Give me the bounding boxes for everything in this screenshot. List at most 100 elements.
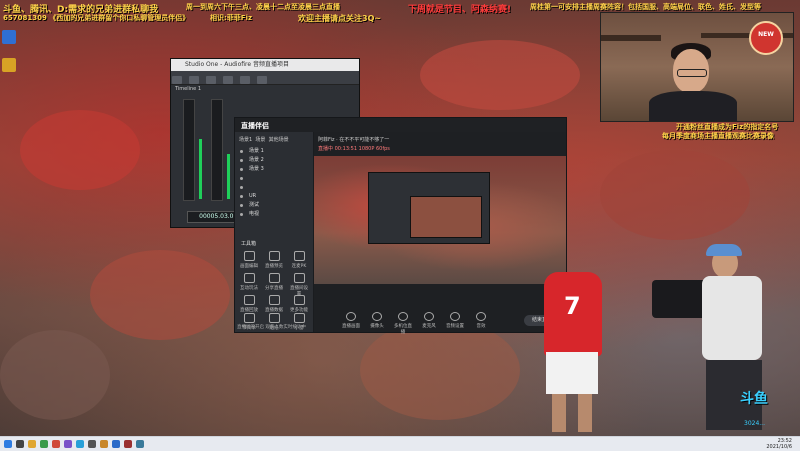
overlay-top-left-2: 657081309 《西加的兄弟进群留个你口私聊管理员伴侣》: [3, 14, 190, 22]
overlay-top-right-red: 下周就是节目、阿森纳赛!: [408, 5, 512, 15]
taskbar-app-icon[interactable]: [100, 440, 108, 448]
mixer-tool-button[interactable]: [223, 76, 234, 84]
taskbar-app-icon[interactable]: [112, 440, 120, 448]
taskbar-app-icon[interactable]: [52, 440, 60, 448]
preview-status: 直播中 00:13:51 1080P 60fps: [318, 146, 390, 152]
webcam-feed: NEW: [600, 12, 794, 122]
control-button[interactable]: 音效: [470, 312, 492, 329]
scene-item-label: 场景 2: [249, 157, 264, 163]
tool-button[interactable]: 更多功能: [288, 294, 310, 314]
overlay-top-center-2: 欢迎主播请点关注3Q~: [298, 14, 382, 23]
eye-icon[interactable]: [240, 186, 243, 189]
control-button[interactable]: 直播画面: [340, 312, 362, 329]
tool-icon: [243, 313, 255, 323]
tool-button[interactable]: 画面编辑: [238, 250, 260, 270]
scene-item[interactable]: 电视: [235, 210, 313, 219]
crowd-blob: [600, 150, 750, 240]
tool-button[interactable]: 互动玩法: [238, 272, 260, 292]
tool-icon: [243, 295, 255, 305]
wall-badge-text: NEW: [758, 31, 774, 38]
fader-track[interactable]: [211, 99, 223, 201]
taskbar-app-icon[interactable]: [64, 440, 72, 448]
tool-icon: [243, 251, 255, 261]
scene-item[interactable]: [235, 174, 313, 183]
mixer-tool-button[interactable]: [172, 76, 182, 84]
taskbar-app-icon[interactable]: [124, 440, 132, 448]
eye-icon[interactable]: [240, 150, 243, 153]
tool-icon: [293, 251, 305, 261]
scene-tab[interactable]: 场景: [255, 137, 265, 143]
taskbar-app-icon[interactable]: [40, 440, 48, 448]
mixer-toolbar: [171, 71, 359, 85]
eye-icon[interactable]: [240, 204, 243, 207]
wall-badge: [749, 21, 783, 55]
app-header: 直播伴侣: [235, 118, 566, 132]
scene-item[interactable]: UR: [235, 192, 313, 201]
start-icon[interactable]: [4, 440, 12, 448]
preview-title: 阿菲Fiz · 在不不平可能不够了一: [318, 137, 390, 143]
tool-label: 互动玩法: [240, 286, 258, 291]
scene-item[interactable]: 测试: [235, 201, 313, 210]
taskbar-app-icon[interactable]: [88, 440, 96, 448]
control-button[interactable]: 多机位直播: [392, 312, 414, 335]
fader-track[interactable]: [183, 99, 195, 201]
leg: [552, 394, 566, 432]
taskbar-app-icon[interactable]: [28, 440, 36, 448]
eye-icon[interactable]: [240, 195, 243, 198]
mixer-tool-button[interactable]: [189, 76, 200, 84]
scene-item[interactable]: [235, 183, 313, 192]
desktop-app-icon[interactable]: [2, 58, 16, 72]
tool-button[interactable]: 直播数据: [263, 294, 285, 314]
tool-button[interactable]: 直播间设置: [288, 272, 310, 297]
scene-item[interactable]: 场景 1: [235, 147, 313, 156]
streamer-body: [649, 91, 737, 121]
taskbar-clock[interactable]: 23:52 2021/10/6: [766, 438, 792, 450]
mic-icon: [424, 312, 434, 321]
taskbar: 23:52 2021/10/6: [0, 436, 800, 451]
tool-button[interactable]: 连麦PK: [288, 250, 310, 270]
desktop-icon-column: [2, 30, 20, 86]
mixer-track-label: Timeline 1: [175, 86, 202, 92]
app-main: 阿菲Fiz · 在不不平可能不够了一 直播中 00:13:51 1080P 60…: [314, 132, 566, 335]
tool-button[interactable]: 分享直播: [263, 272, 285, 292]
control-label: 直播画面: [342, 324, 360, 329]
streaming-app-window[interactable]: 直播伴侣 场景1 场景 其他场景 场景 1 场景 2 场景 3 UR 测试 电视…: [234, 117, 567, 335]
tool-label: 画面编辑: [240, 264, 258, 269]
control-label: 多机位直播: [394, 324, 412, 335]
eye-icon[interactable]: [240, 213, 243, 216]
tools-title: 工具箱: [241, 241, 257, 247]
tool-button[interactable]: 直播预览: [263, 250, 285, 270]
control-button[interactable]: 音频设置: [444, 312, 466, 329]
tool-button[interactable]: 直播回放: [238, 294, 260, 314]
overlay-top-left-qq: 相识:菲菲Fiz: [210, 14, 253, 22]
speaker-icon: [450, 312, 460, 321]
crowd-blob: [90, 250, 230, 340]
taskbar-app-icon[interactable]: [16, 440, 24, 448]
tool-icon: [268, 313, 280, 323]
taskbar-app-icon[interactable]: [136, 440, 144, 448]
eye-icon[interactable]: [240, 168, 243, 171]
scene-tab[interactable]: 场景1: [239, 137, 252, 143]
mixer-tool-button[interactable]: [240, 76, 251, 84]
control-button[interactable]: 摄像头: [366, 312, 388, 329]
jersey-number: 7: [564, 292, 581, 320]
taskbar-app-icon[interactable]: [76, 440, 84, 448]
scene-tab[interactable]: 其他场景: [269, 137, 289, 143]
level-meter: [199, 139, 202, 199]
eye-icon[interactable]: [240, 177, 243, 180]
overlay-top-right-yellow: 周桂第一可安排主播周赛阵容！包括国服、高端局位、联色、姓氏、发型等: [530, 3, 761, 11]
scene-item[interactable]: 场景 3: [235, 165, 313, 174]
scene-item[interactable]: 场景 2: [235, 156, 313, 165]
control-label: 摄像头: [370, 324, 384, 329]
mixer-tool-button[interactable]: [257, 76, 268, 84]
control-button[interactable]: 麦克风: [418, 312, 440, 329]
cameraman-cap: [706, 244, 742, 256]
control-label: 音频设置: [446, 324, 464, 329]
desktop-app-icon[interactable]: [2, 30, 16, 44]
mixer-tool-button[interactable]: [206, 76, 217, 84]
live-preview[interactable]: [314, 156, 566, 284]
control-label: 音效: [476, 324, 486, 329]
scene-item-label: 场景 3: [249, 166, 264, 172]
eye-icon[interactable]: [240, 159, 243, 162]
camera-icon: [372, 312, 382, 321]
